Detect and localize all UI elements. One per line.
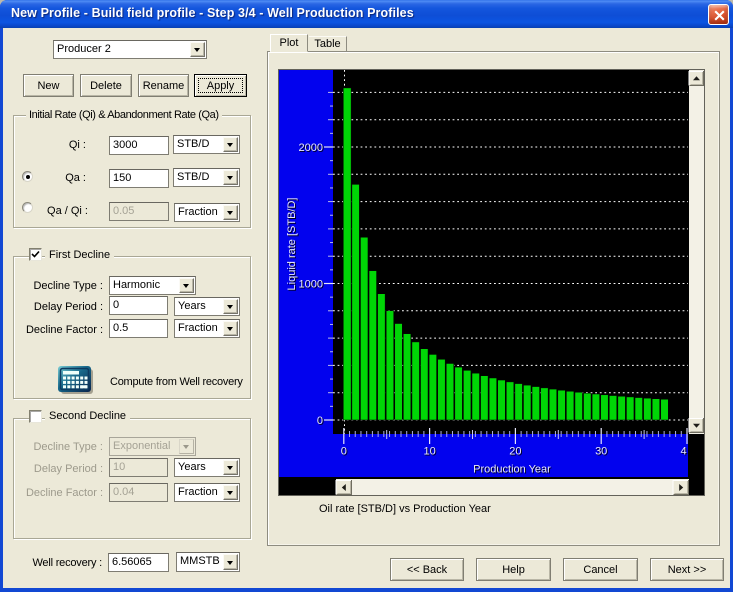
svg-text:20: 20: [509, 446, 521, 458]
svg-text:0: 0: [317, 415, 323, 427]
svg-text:0: 0: [341, 446, 347, 458]
svg-text:Production Year: Production Year: [473, 464, 551, 476]
svg-text:4: 4: [680, 446, 686, 458]
svg-text:2000: 2000: [299, 142, 323, 154]
svg-text:10: 10: [423, 446, 435, 458]
svg-text:Liquid rate [STB/D]: Liquid rate [STB/D]: [286, 198, 298, 291]
svg-text:30: 30: [595, 446, 607, 458]
svg-text:1000: 1000: [299, 279, 323, 291]
